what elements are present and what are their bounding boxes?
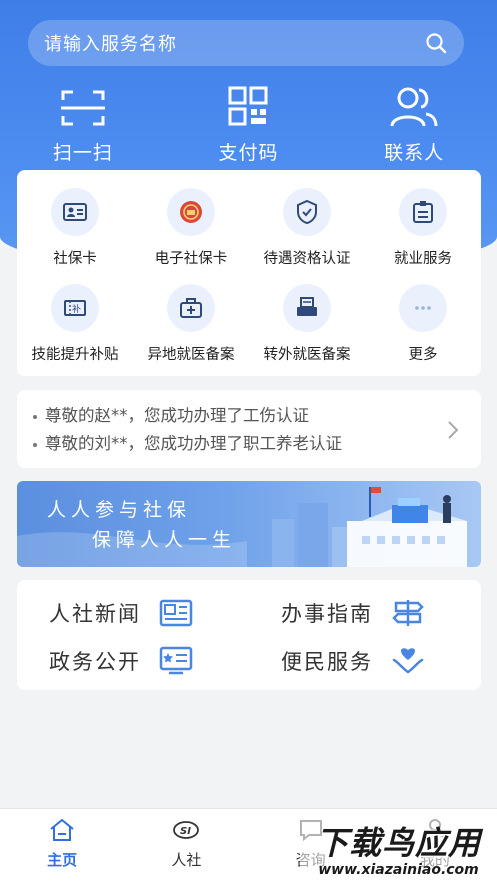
tab-home[interactable]: 主页 [0, 809, 124, 883]
service-icon-wrap [167, 188, 215, 236]
services-grid: 社保卡 电子社保卡 待遇资格认证 就业服务 补 技能提升补贴 异地就医备案 转外… [17, 170, 481, 376]
search-input[interactable]: 请输入服务名称 [44, 30, 424, 56]
service-label: 就业服务 [394, 251, 452, 267]
search-bar[interactable]: 请输入服务名称 [28, 20, 464, 66]
quick-actions: 扫一扫 支付码 联系人 [0, 86, 497, 165]
notice-text: 尊敬的赵**，您成功办理了工伤认证 [45, 406, 309, 425]
link-guide[interactable]: 办事指南 [281, 598, 425, 628]
home-icon [50, 818, 74, 841]
watermark-url: www.xiazainiao.com [318, 861, 479, 878]
notice-item: 尊敬的赵**，您成功办理了工伤认证 [33, 402, 465, 430]
service-label: 更多 [408, 347, 438, 363]
link-convenience[interactable]: 便民服务 [281, 646, 425, 676]
signpost-icon [392, 600, 424, 626]
banner-line1: 人人参与社保 [47, 499, 192, 521]
banner-line2: 保障人人一生 [92, 529, 237, 551]
contacts-label: 联系人 [384, 142, 445, 164]
qrcode-icon [228, 86, 268, 126]
shield-check-icon [297, 199, 317, 225]
tab-label: 主页 [47, 851, 78, 869]
link-label: 办事指南 [281, 602, 373, 626]
si-logo-icon: SI [173, 821, 200, 839]
watermark: 下载鸟应用 www.xiazainiao.com [300, 812, 497, 883]
service-transfer-medical[interactable]: 转外就医备案 [249, 284, 365, 380]
medical-kit-icon [180, 298, 202, 318]
scan-icon [60, 90, 105, 126]
scan-button[interactable]: 扫一扫 [0, 86, 166, 165]
bulletin-board-icon [159, 646, 193, 675]
id-card-icon [63, 203, 87, 221]
service-icon-wrap [399, 188, 447, 236]
service-icon-wrap [51, 188, 99, 236]
tab-social[interactable]: SI 人社 [124, 809, 248, 883]
link-gov-affairs[interactable]: 政务公开 [49, 646, 193, 676]
service-label: 技能提升补贴 [31, 347, 119, 363]
service-social-card[interactable]: 社保卡 [17, 188, 133, 284]
subsidy-ticket-icon: 补 [64, 300, 86, 316]
city-illustration-icon [17, 487, 467, 567]
service-skill-subsidy[interactable]: 补 技能提升补贴 [17, 284, 133, 380]
heart-hands-icon [392, 648, 424, 674]
bullet-icon [33, 442, 37, 447]
tab-label: 人社 [171, 851, 202, 869]
service-label: 转外就医备案 [263, 347, 351, 363]
pay-code-button[interactable]: 支付码 [166, 86, 332, 165]
pay-code-label: 支付码 [218, 142, 279, 164]
badge-icon [413, 201, 433, 223]
link-label: 政务公开 [49, 650, 141, 674]
watermark-title: 下载鸟应用 [315, 823, 481, 862]
service-label: 社保卡 [53, 251, 97, 267]
service-remote-medical[interactable]: 异地就医备案 [133, 284, 249, 380]
service-icon-wrap [399, 284, 447, 332]
search-icon[interactable] [424, 31, 448, 55]
printer-icon [297, 297, 317, 316]
service-icon-wrap [167, 284, 215, 332]
service-e-social-card[interactable]: 电子社保卡 [133, 188, 249, 284]
service-icon-wrap [283, 188, 331, 236]
news-icon [159, 599, 193, 627]
service-icon-wrap [283, 284, 331, 332]
notice-text: 尊敬的刘**，您成功办理了职工养老认证 [45, 434, 342, 453]
info-links: 人社新闻 办事指南 政务公开 便民服务 [17, 580, 481, 690]
notice-item: 尊敬的刘**，您成功办理了职工养老认证 [33, 430, 465, 458]
emblem-icon [180, 201, 202, 223]
service-label: 电子社保卡 [154, 251, 228, 267]
notice-ticker[interactable]: 尊敬的赵**，您成功办理了工伤认证 尊敬的刘**，您成功办理了职工养老认证 [17, 390, 481, 468]
service-qualification-auth[interactable]: 待遇资格认证 [249, 188, 365, 284]
link-news[interactable]: 人社新闻 [49, 598, 193, 628]
contacts-button[interactable]: 联系人 [331, 86, 497, 165]
service-employment[interactable]: 就业服务 [365, 188, 481, 284]
bullet-icon [33, 414, 37, 419]
service-label: 异地就医备案 [147, 347, 235, 363]
service-icon-wrap: 补 [51, 284, 99, 332]
promo-banner[interactable]: 人人参与社保 保障人人一生 [17, 481, 481, 567]
chevron-right-icon[interactable] [447, 420, 459, 440]
svg-text:补: 补 [72, 303, 81, 315]
link-label: 人社新闻 [49, 602, 141, 626]
svg-text:SI: SI [180, 826, 191, 837]
more-icon [415, 306, 431, 310]
service-more[interactable]: 更多 [365, 284, 481, 380]
scan-label: 扫一扫 [52, 142, 113, 164]
service-label: 待遇资格认证 [263, 251, 351, 267]
contacts-icon [390, 87, 438, 127]
link-label: 便民服务 [281, 650, 373, 674]
